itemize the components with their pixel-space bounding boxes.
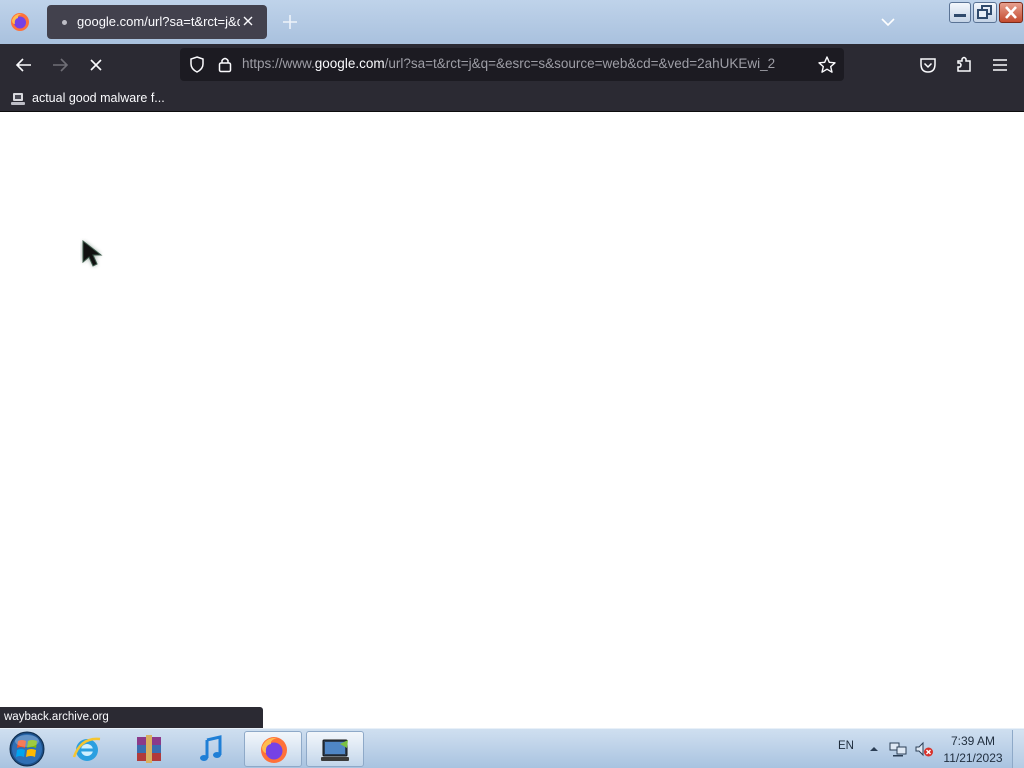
tab-title: google.com/url?sa=t&rct=j&q=&esrc=s&sour… [77,14,240,29]
url-text[interactable]: https://www.google.com/url?sa=t&rct=j&q=… [242,56,808,71]
itunes-icon [200,735,222,761]
arrow-left-icon[interactable] [13,54,35,76]
close-icon[interactable] [237,10,259,32]
taskbar-internet-explorer[interactable] [58,731,116,767]
hamburger-menu-icon[interactable] [989,54,1011,76]
plus-icon[interactable] [280,12,300,32]
tab-strip: google.com/url?sa=t&rct=j&q=&esrc=s&sour… [0,0,1024,44]
star-icon[interactable] [817,55,837,75]
chevron-down-icon[interactable] [879,13,897,31]
arrow-right-icon[interactable] [49,54,71,76]
taskbar-remote-desktop[interactable] [306,731,364,767]
show-desktop-button[interactable] [1012,730,1024,768]
remote-desktop-icon [321,739,349,761]
taskbar-winrar[interactable] [120,731,178,767]
lock-icon[interactable] [216,55,234,74]
url-bar[interactable]: https://www.google.com/url?sa=t&rct=j&q=… [180,48,844,81]
network-icon[interactable] [889,740,907,758]
shield-icon[interactable] [188,55,206,74]
winrar-icon [137,735,161,763]
internet-explorer-icon [72,737,101,761]
mouse-pointer-icon [82,239,103,267]
page-content[interactable] [0,112,1024,728]
clock-time[interactable]: 7:39 AM [938,734,1008,748]
firefox-icon [261,737,287,763]
status-link-text: wayback.archive.org [4,711,109,723]
taskbar: EN 7:39 AM 11/21/2023 [0,728,1024,768]
tab-loading-indicator [62,20,67,25]
pocket-icon[interactable] [917,54,939,76]
taskbar-itunes[interactable] [182,731,240,767]
bookmarks-toolbar: actual good malware f... [0,86,1024,112]
url-path: /url?sa=t&rct=j&q=&esrc=s&source=web&cd=… [384,56,776,71]
minimize-icon [954,14,966,17]
close-window-button[interactable] [999,2,1023,23]
status-link-preview: wayback.archive.org [0,707,263,728]
puzzle-icon[interactable] [953,54,975,76]
volume-muted-icon[interactable] [914,740,934,758]
firefox-icon[interactable] [9,11,31,33]
restore-button[interactable] [973,2,997,23]
taskbar-firefox[interactable] [244,731,302,767]
url-prefix: https://www. [242,56,315,71]
close-icon [1005,6,1017,19]
show-hidden-icons-icon[interactable] [868,743,880,755]
bookmark-label: actual good malware f... [32,91,165,105]
language-indicator[interactable]: EN [838,740,854,752]
stop-loading-icon[interactable] [85,54,107,76]
tab-active[interactable]: google.com/url?sa=t&rct=j&q=&esrc=s&sour… [47,5,267,39]
start-button-icon[interactable] [6,730,48,768]
url-host: google.com [314,56,385,71]
minimize-button[interactable] [949,2,971,23]
bookmark-favicon-icon [11,93,25,105]
navigation-toolbar: https://www.google.com/url?sa=t&rct=j&q=… [0,44,1024,86]
clock-date[interactable]: 11/21/2023 [938,751,1008,765]
restore-icon [977,5,992,19]
